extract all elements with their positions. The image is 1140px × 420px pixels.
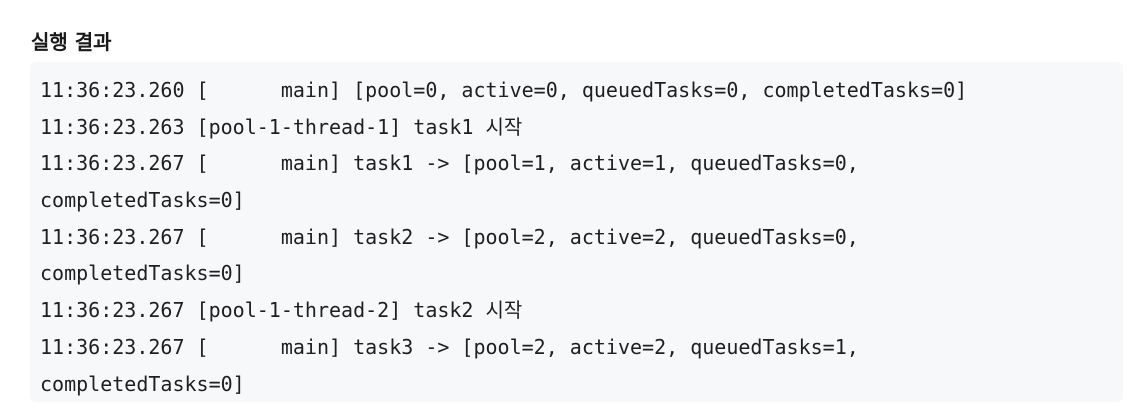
output-code-block: 11:36:23.260 [ main] [pool=0, active=0, …	[30, 62, 1123, 402]
output-line: 11:36:23.263 [pool-1-thread-1] task1 시작	[40, 114, 523, 139]
output-line: completedTasks=0]	[40, 188, 245, 213]
output-line: 11:36:23.267 [ main] task3 -> [pool=2, a…	[40, 334, 859, 359]
output-line: completedTasks=0]	[40, 371, 245, 396]
output-line: 11:36:23.267 [ main] task1 -> [pool=1, a…	[40, 151, 859, 176]
output-line: 11:36:23.267 [ main] task2 -> [pool=2, a…	[40, 224, 859, 249]
output-line: 11:36:23.267 [pool-1-thread-2] task2 시작	[40, 298, 523, 323]
section-heading: 실행 결과	[31, 30, 112, 54]
output-line: completedTasks=0]	[40, 261, 245, 286]
output-line: 11:36:23.260 [ main] [pool=0, active=0, …	[40, 78, 968, 102]
